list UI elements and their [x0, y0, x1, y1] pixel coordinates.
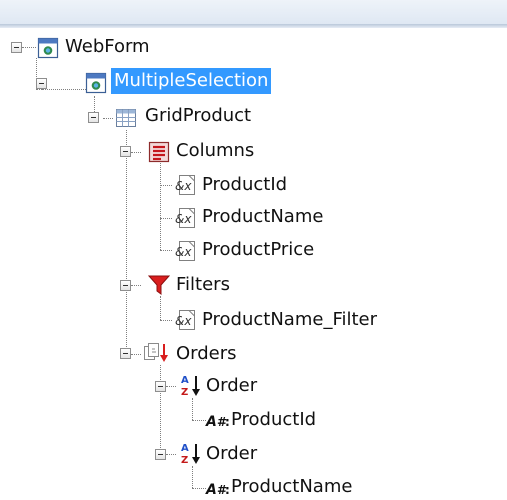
variable-icon: &x: [173, 239, 197, 263]
tree-connector: [131, 354, 141, 355]
tree-connector: [160, 185, 172, 186]
tree-connector: [166, 454, 176, 455]
tree-connector: [42, 89, 90, 90]
tree-node-multipleselection[interactable]: MultipleSelection: [111, 68, 272, 94]
collapse-toggle-webform[interactable]: [11, 42, 22, 53]
collapse-toggle-columns[interactable]: [120, 146, 131, 157]
attribute-icon: A # :: [205, 476, 230, 500]
columns-icon: [147, 140, 171, 164]
collapse-toggle-gridproduct[interactable]: [88, 112, 99, 123]
tree-node-column-productname[interactable]: ProductName: [199, 204, 326, 230]
tree-node-order-2[interactable]: Order: [203, 441, 260, 467]
attribute-icon: A # :: [205, 408, 230, 432]
svg-text:&x: &x: [175, 179, 192, 193]
tree-view-panel: WebForm MultipleSelection GridProduct Co…: [0, 0, 507, 500]
tree-connector: [192, 488, 206, 489]
tree-connector: [192, 398, 193, 420]
tree-node-webform[interactable]: WebForm: [62, 34, 153, 60]
svg-text:&x: &x: [175, 212, 192, 226]
tree-node-order-1[interactable]: Order: [203, 373, 260, 399]
grid-icon: [114, 106, 138, 130]
tree-connector: [160, 250, 172, 251]
tree-connector: [22, 47, 36, 48]
svg-text:A: A: [205, 414, 217, 430]
tree-connector: [160, 218, 172, 219]
tree-node-gridproduct[interactable]: GridProduct: [142, 103, 254, 129]
tree-node-columns[interactable]: Columns: [173, 138, 257, 164]
tree-connector: [131, 285, 141, 286]
variable-icon: &x: [173, 173, 197, 197]
tree-node-column-productid[interactable]: ProductId: [199, 172, 290, 198]
tree-connector: [131, 152, 141, 153]
variable-icon: &x: [173, 308, 197, 332]
tree-node-order-1-attribute[interactable]: ProductId: [228, 407, 319, 433]
collapse-toggle-order-2[interactable]: [155, 449, 166, 460]
tree-connector: [160, 296, 161, 320]
tree-connector: [192, 420, 206, 421]
svg-text:&x: &x: [175, 314, 192, 328]
collapse-toggle-orders[interactable]: [120, 348, 131, 359]
sort-az-icon: A Z: [179, 441, 203, 466]
tree-connector: [160, 320, 172, 321]
svg-text:&x: &x: [175, 245, 192, 259]
tree-connector: [160, 163, 161, 250]
variable-icon: &x: [173, 206, 197, 230]
svg-text:A: A: [205, 482, 217, 498]
webform-icon: [36, 36, 60, 60]
collapse-toggle-order-1[interactable]: [155, 381, 166, 392]
tree-node-column-productprice[interactable]: ProductPrice: [199, 237, 317, 263]
collapse-toggle-multipleselection[interactable]: [36, 78, 47, 89]
tree-view: WebForm MultipleSelection GridProduct Co…: [0, 0, 507, 500]
tree-node-order-2-attribute[interactable]: ProductName: [228, 474, 355, 500]
webcomponent-icon: [84, 71, 108, 95]
tree-node-filters[interactable]: Filters: [173, 272, 233, 298]
svg-text:Z: Z: [181, 455, 188, 466]
filter-funnel-icon: [147, 273, 171, 297]
tree-connector: [160, 365, 161, 454]
tree-connector: [192, 466, 193, 488]
svg-text:A: A: [181, 375, 189, 386]
collapse-toggle-filters[interactable]: [120, 280, 131, 291]
sort-az-icon: A Z: [179, 373, 203, 398]
tree-connector: [103, 118, 113, 119]
tree-node-orders[interactable]: Orders: [173, 341, 240, 367]
tree-connector: [166, 386, 176, 387]
orders-icon: [141, 341, 168, 365]
tree-node-filter-productname[interactable]: ProductName_Filter: [199, 307, 380, 333]
tree-connector: [126, 130, 127, 357]
svg-text:Z: Z: [181, 387, 188, 398]
svg-text:A: A: [181, 443, 189, 454]
